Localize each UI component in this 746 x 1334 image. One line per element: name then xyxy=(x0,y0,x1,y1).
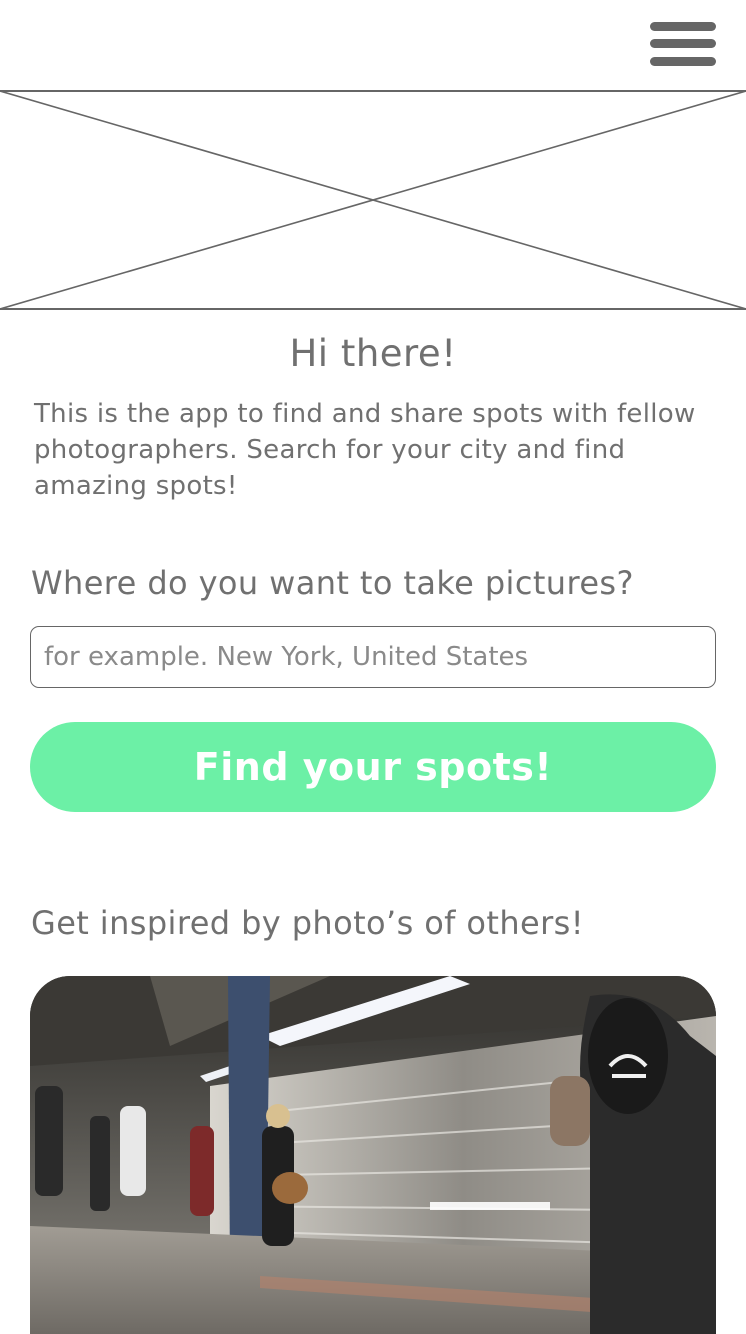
search-input[interactable] xyxy=(30,626,716,688)
page-title: Hi there! xyxy=(289,332,457,375)
search-question: Where do you want to take pictures? xyxy=(31,564,634,602)
hero-image-placeholder xyxy=(0,90,746,310)
subway-photo xyxy=(30,976,716,1334)
intro-text: This is the app to find and share spots … xyxy=(34,399,696,501)
menu-bar-line xyxy=(650,22,716,31)
image-placeholder-icon xyxy=(0,90,746,310)
inspiration-photo[interactable] xyxy=(30,976,716,1334)
home-screen: Hi there! This is the app to find and sh… xyxy=(0,0,746,1334)
menu-bar-line xyxy=(650,57,716,66)
top-bar xyxy=(0,0,746,90)
find-spots-button[interactable]: Find your spots! xyxy=(30,722,716,812)
menu-bar-line xyxy=(650,39,716,48)
inspiration-heading: Get inspired by photo’s of others! xyxy=(31,904,584,942)
hamburger-menu-icon[interactable] xyxy=(648,20,718,68)
